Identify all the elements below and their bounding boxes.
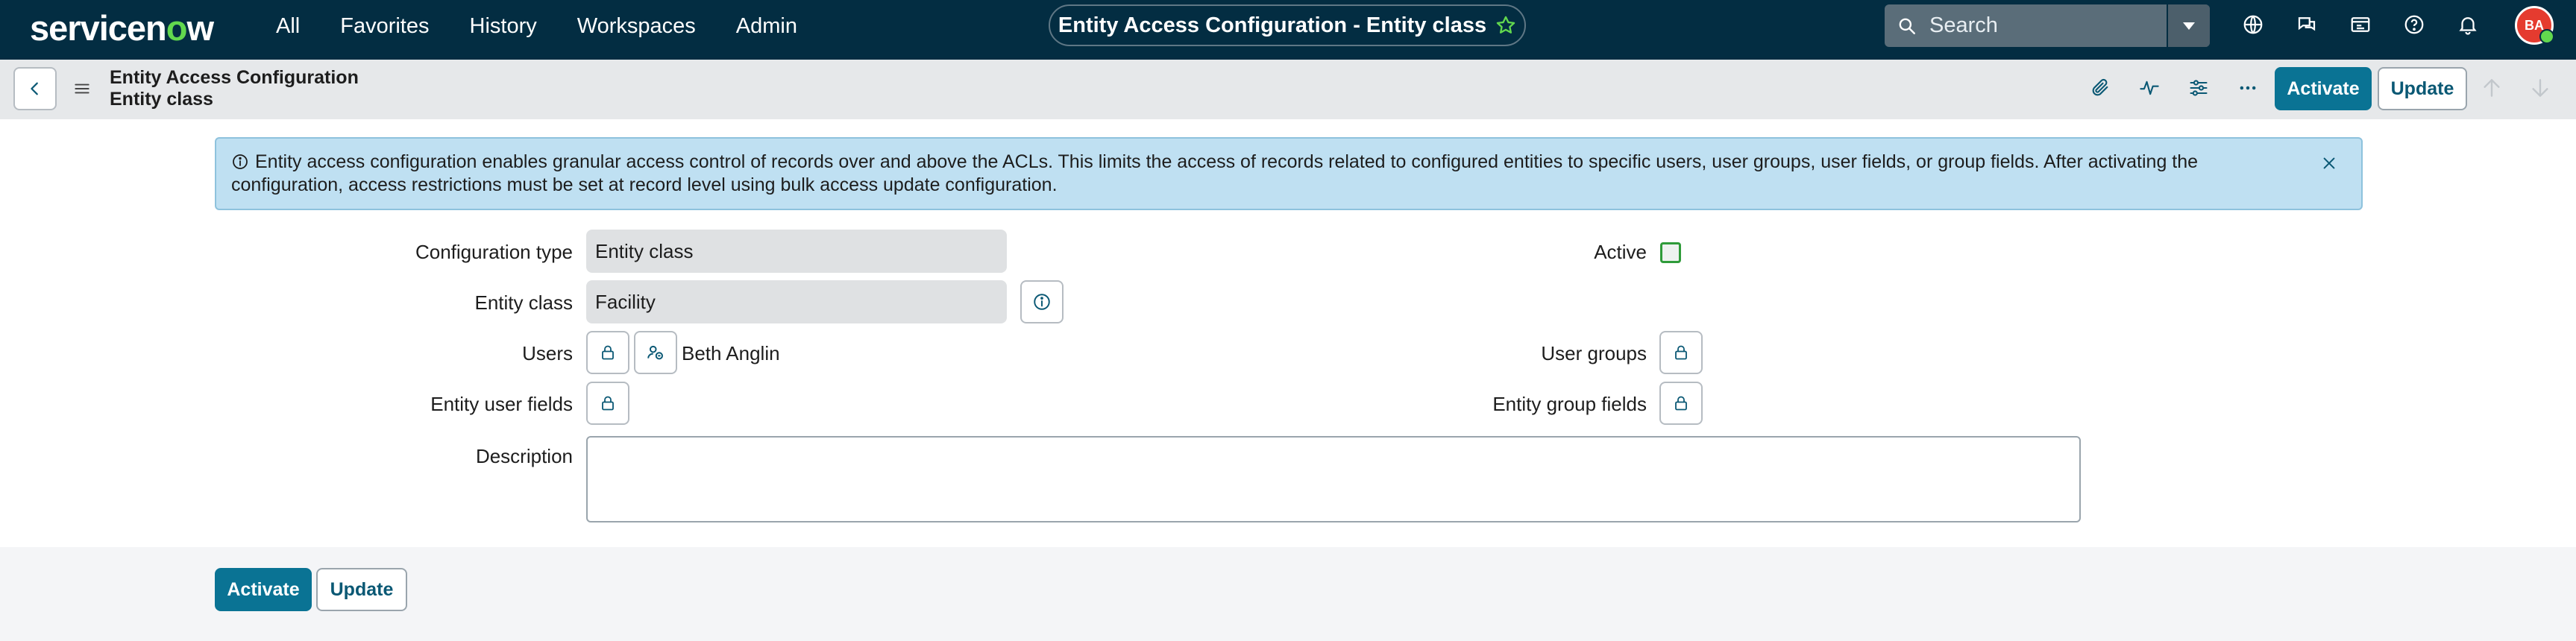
configuration-type-field: Entity class bbox=[586, 230, 1007, 273]
entity-user-fields-label: Entity user fields bbox=[430, 393, 573, 415]
lock-icon bbox=[599, 344, 617, 361]
form-content: Entity access configuration enables gran… bbox=[0, 119, 2576, 547]
user-avatar[interactable]: BA bbox=[2515, 6, 2554, 45]
paperclip-icon[interactable] bbox=[2087, 75, 2114, 101]
users-label: Users bbox=[522, 342, 573, 364]
search-icon bbox=[1885, 16, 1929, 36]
users-lock-button[interactable] bbox=[586, 331, 629, 374]
users-member-button[interactable] bbox=[634, 331, 677, 374]
entity-class-field: Facility bbox=[586, 280, 1007, 323]
nav-icon-group bbox=[2239, 10, 2482, 39]
settings-sliders-icon[interactable] bbox=[2185, 75, 2212, 101]
description-textarea[interactable] bbox=[586, 436, 2081, 522]
menu-workspaces[interactable]: Workspaces bbox=[577, 14, 696, 39]
user-group-icon bbox=[646, 343, 665, 362]
form-title: Entity Access Configuration Entity class bbox=[110, 67, 359, 110]
form-title-line1: Entity Access Configuration bbox=[110, 67, 359, 88]
global-search[interactable]: Search bbox=[1885, 4, 2210, 47]
top-navigation-bar: servicenow All Favorites History Workspa… bbox=[0, 0, 2576, 60]
entity-group-fields-label: Entity group fields bbox=[1492, 393, 1647, 415]
lock-icon bbox=[599, 394, 617, 412]
description-label: Description bbox=[475, 445, 573, 467]
footer-update-button[interactable]: Update bbox=[316, 568, 407, 611]
main-menu: All Favorites History Workspaces Admin bbox=[276, 0, 797, 52]
menu-history[interactable]: History bbox=[470, 14, 537, 39]
next-record-arrow-icon[interactable] bbox=[2528, 76, 2552, 100]
close-icon[interactable] bbox=[2321, 155, 2337, 171]
hamburger-menu-icon[interactable] bbox=[72, 79, 92, 98]
bell-icon[interactable] bbox=[2454, 10, 2482, 39]
entity-class-info-button[interactable] bbox=[1020, 280, 1064, 323]
scripts-icon[interactable] bbox=[2346, 10, 2375, 39]
user-groups-lock-button[interactable] bbox=[1659, 331, 1703, 374]
chat-icon[interactable] bbox=[2293, 10, 2321, 39]
entity-group-fields-lock-button[interactable] bbox=[1659, 382, 1703, 425]
entity-user-fields-lock-button[interactable] bbox=[586, 382, 629, 425]
configuration-type-label: Configuration type bbox=[415, 241, 573, 263]
search-input[interactable]: Search bbox=[1929, 13, 2167, 38]
footer-activate-button[interactable]: Activate bbox=[215, 568, 312, 611]
info-banner-text: Entity access configuration enables gran… bbox=[231, 151, 2199, 195]
lock-icon bbox=[1672, 344, 1690, 361]
activity-icon[interactable] bbox=[2136, 75, 2163, 101]
form-tools bbox=[2087, 75, 2261, 101]
users-value[interactable]: Beth Anglin bbox=[682, 342, 780, 365]
previous-record-arrow-icon[interactable] bbox=[2480, 76, 2504, 100]
entity-class-label: Entity class bbox=[474, 291, 574, 314]
menu-admin[interactable]: Admin bbox=[736, 14, 797, 39]
active-checkbox[interactable] bbox=[1660, 242, 1681, 263]
info-icon bbox=[231, 153, 249, 171]
active-label: Active bbox=[1594, 241, 1647, 263]
servicenow-logo[interactable]: servicenow bbox=[30, 7, 214, 48]
header-activate-button[interactable]: Activate bbox=[2275, 67, 2372, 110]
menu-all[interactable]: All bbox=[276, 14, 300, 39]
star-icon[interactable] bbox=[1495, 15, 1516, 36]
lock-icon bbox=[1672, 394, 1690, 412]
search-scope-dropdown[interactable] bbox=[2167, 4, 2210, 47]
menu-favorites[interactable]: Favorites bbox=[340, 14, 429, 39]
presence-status-dot bbox=[2539, 29, 2554, 44]
globe-icon[interactable] bbox=[2239, 10, 2267, 39]
header-update-button[interactable]: Update bbox=[2378, 67, 2467, 110]
more-icon[interactable] bbox=[2234, 75, 2261, 101]
form-title-line2: Entity class bbox=[110, 89, 213, 110]
form-header-bar: Entity Access Configuration Entity class… bbox=[0, 60, 2576, 120]
back-button[interactable] bbox=[13, 67, 57, 110]
user-groups-label: User groups bbox=[1541, 342, 1647, 364]
info-banner: Entity access configuration enables gran… bbox=[215, 137, 2363, 210]
help-icon[interactable] bbox=[2400, 10, 2428, 39]
context-title: Entity Access Configuration - Entity cla… bbox=[1058, 13, 1487, 37]
context-title-pill[interactable]: Entity Access Configuration - Entity cla… bbox=[1049, 4, 1526, 46]
